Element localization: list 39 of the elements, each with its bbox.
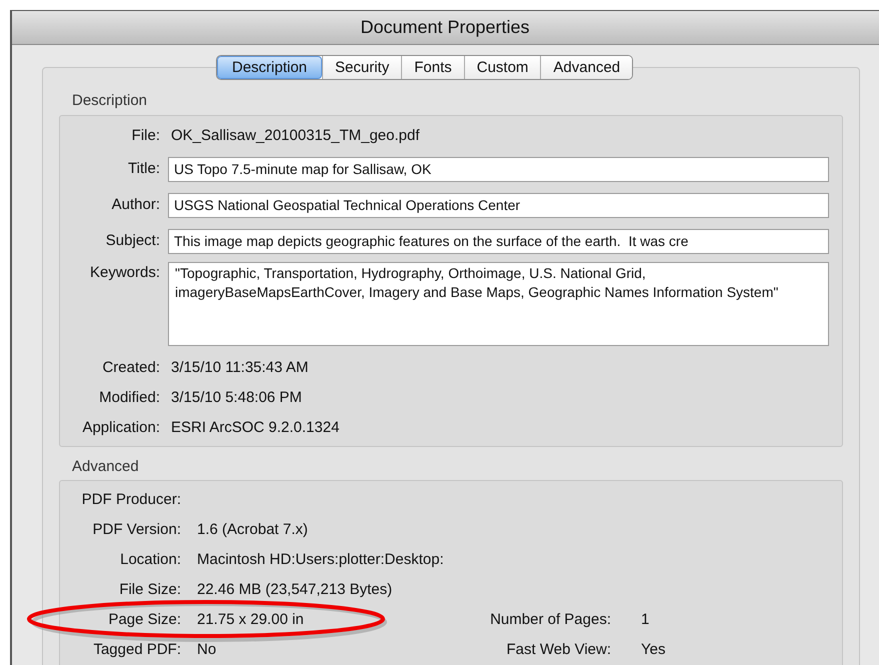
property-label: PDF Version: (92, 520, 181, 540)
field-label: Keywords: (88, 262, 161, 282)
property-label: Number of Pages: (489, 610, 611, 630)
field-label: File: (130, 126, 161, 146)
property-label: Fast Web View: (506, 640, 611, 660)
property-value: 21.75 x 29.00 in (196, 610, 305, 630)
window-title: Document Properties (12, 11, 879, 45)
field-label: Title: (127, 159, 161, 180)
tab[interactable]: Advanced (540, 56, 632, 79)
field-label: Subject: (104, 231, 161, 252)
property-value: Yes (640, 640, 666, 660)
field-label: Application: (81, 418, 161, 438)
section-title: Description (71, 91, 148, 111)
field-value: 3/15/10 5:48:06 PM (170, 388, 302, 408)
property-label: PDF Producer: (80, 490, 181, 510)
tab[interactable]: Security (322, 56, 402, 79)
field-label: Created: (101, 358, 161, 378)
property-label: File Size: (118, 580, 181, 600)
field-value: ESRI ArcSOC 9.2.0.1324 (170, 418, 340, 438)
tab[interactable]: Custom (464, 56, 540, 79)
text-field[interactable]: This image map depicts geographic features on the surface of the earth. It was cre (168, 229, 829, 254)
property-label: Location: (119, 550, 181, 570)
property-value: 22.46 MB (23,547,213 Bytes) (196, 580, 394, 600)
property-value: 1.6 (Acrobat 7.x) (196, 520, 309, 540)
field-label: Modified: (98, 388, 161, 408)
tab[interactable]: Fonts (401, 56, 464, 79)
property-label: Tagged PDF: (92, 640, 181, 660)
field-label: Author: (110, 195, 161, 216)
property-label: Page Size: (107, 610, 181, 630)
tab[interactable]: Description (217, 56, 322, 79)
property-value: No (196, 640, 218, 660)
section-title: Advanced (71, 456, 140, 476)
property-value: Macintosh HD:Users:plotter:Desktop: (196, 550, 445, 570)
text-field[interactable]: US Topo 7.5-minute map for Sallisaw, OK (168, 157, 829, 182)
text-field[interactable]: USGS National Geospatial Technical Operations Center (168, 193, 829, 218)
field-value: 3/15/10 11:35:43 AM (170, 358, 308, 378)
field-value: OK_Sallisaw_20100315_TM_geo.pdf (170, 126, 420, 146)
keywords-field[interactable]: "Topographic, Transportation, Hydrography, Orthoimage, U.S. National Grid, imageryBaseMapsEarthCover, Imagery and Base Maps, Geographic Names Information System" (168, 262, 829, 346)
property-value: 1 (640, 610, 650, 630)
